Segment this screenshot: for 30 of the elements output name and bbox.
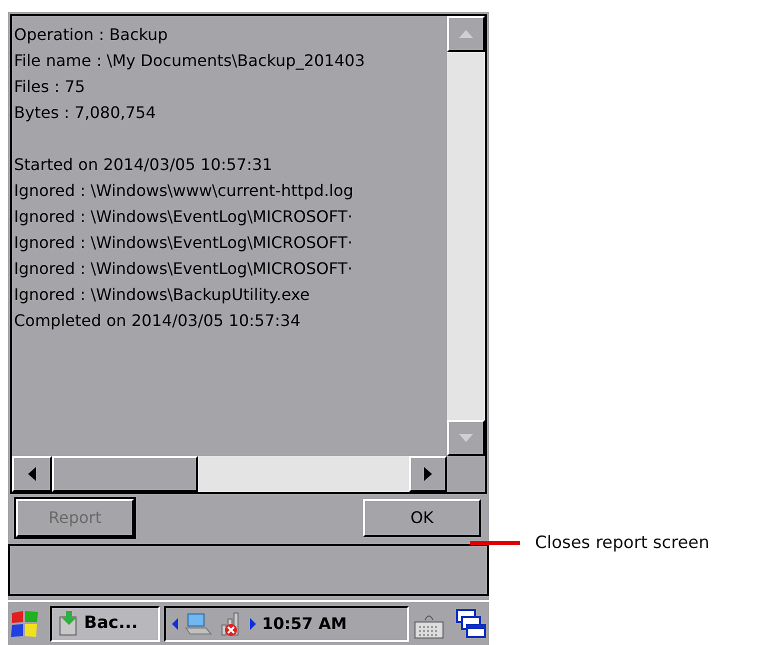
annotation-text: Closes report screen bbox=[535, 532, 710, 555]
start-logo-icon[interactable] bbox=[10, 608, 40, 638]
left-arrow-icon bbox=[28, 467, 36, 481]
right-arrow-icon[interactable] bbox=[250, 618, 256, 630]
ok-button[interactable]: OK bbox=[363, 499, 481, 537]
report-line: Ignored : \Windows\www\current-httpd.log bbox=[14, 180, 354, 202]
report-line: Started on 2014/03/05 10:57:31 bbox=[14, 154, 274, 176]
report-line: Ignored : \Windows\EventLog\MICROSOFT· bbox=[14, 206, 354, 228]
windows-stack-icon[interactable] bbox=[455, 608, 487, 640]
report-line: Operation : Backup bbox=[14, 24, 169, 46]
right-arrow-icon bbox=[424, 467, 432, 481]
scroll-right-button[interactable] bbox=[409, 456, 447, 492]
clock-text[interactable]: 10:57 AM bbox=[262, 612, 347, 636]
up-arrow-icon bbox=[459, 30, 473, 38]
report-line: Bytes : 7,080,754 bbox=[14, 102, 157, 124]
left-arrow-icon[interactable] bbox=[172, 618, 178, 630]
down-arrow-icon bbox=[459, 434, 473, 442]
report-line: Files : 75 bbox=[14, 76, 86, 98]
report-line: Ignored : \Windows\EventLog\MICROSOFT· bbox=[14, 232, 354, 254]
report-line: Ignored : \Windows\EventLog\MICROSOFT· bbox=[14, 258, 354, 280]
scroll-down-button[interactable] bbox=[447, 420, 485, 456]
scroll-up-button[interactable] bbox=[447, 16, 485, 52]
task-button[interactable]: Bac... bbox=[50, 606, 160, 642]
report-line: Ignored : \Windows\BackupUtility.exe bbox=[14, 284, 311, 306]
network-icon[interactable] bbox=[184, 612, 212, 636]
report-line: File name : \My Documents\Backup_201403 bbox=[14, 50, 366, 72]
backup-app-icon bbox=[58, 610, 80, 636]
scrollbar-thumb[interactable] bbox=[52, 456, 198, 492]
scroll-left-button[interactable] bbox=[12, 456, 52, 492]
report-line: Completed on 2014/03/05 10:57:34 bbox=[14, 310, 302, 332]
